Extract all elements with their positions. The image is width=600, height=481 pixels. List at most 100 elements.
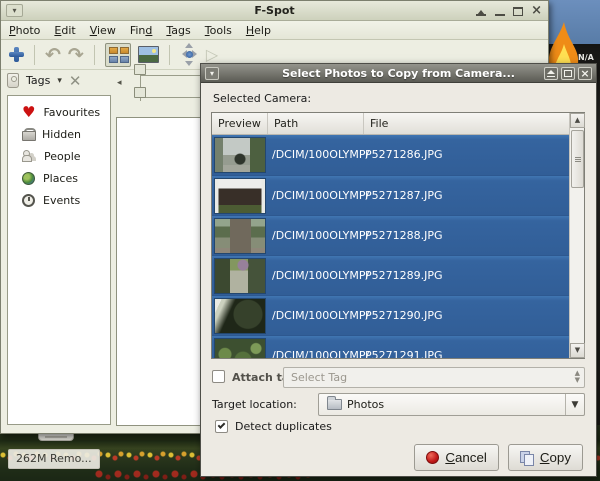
scrollbar[interactable]: ▲ ▼ bbox=[569, 113, 584, 358]
cell-path: /DCIM/100OLYMP/ bbox=[272, 349, 369, 358]
removable-volume-label[interactable]: 262M Remo... bbox=[8, 449, 100, 469]
dialog-buttons: Cancel Copy bbox=[414, 444, 583, 471]
folder-icon bbox=[327, 399, 342, 410]
slideshow-icon[interactable]: ▷ bbox=[206, 47, 218, 63]
menu-tags[interactable]: Tags bbox=[166, 24, 190, 36]
fspot-titlebar[interactable]: ▾ F-Spot × bbox=[1, 1, 548, 21]
window-title: F-Spot bbox=[1, 4, 548, 17]
menu-edit[interactable]: Edit bbox=[54, 24, 75, 36]
tag-item-favourites[interactable]: ♥ Favourites bbox=[8, 101, 110, 123]
rotate-left-icon[interactable]: ↶ bbox=[45, 46, 61, 64]
tag-item-events[interactable]: Events bbox=[8, 189, 110, 211]
menubar: Photo Edit View Find Tags Tools Help bbox=[1, 21, 548, 40]
chevron-down-icon[interactable]: ▾ bbox=[57, 76, 62, 86]
combo-dropdown-icon[interactable]: ▼ bbox=[565, 394, 584, 415]
copy-button-label: Copy bbox=[540, 450, 571, 465]
scrollbar-down-icon[interactable]: ▼ bbox=[570, 343, 585, 358]
tag-item-people[interactable]: People bbox=[8, 145, 110, 167]
dialog-close-button[interactable]: × bbox=[578, 67, 592, 80]
browse-view-icon[interactable] bbox=[105, 43, 131, 67]
edit-image-icon[interactable] bbox=[138, 46, 159, 63]
tag-label: Events bbox=[43, 194, 80, 207]
heart-icon: ♥ bbox=[22, 105, 35, 119]
photo-thumbnail bbox=[214, 137, 266, 173]
menu-find[interactable]: Find bbox=[130, 24, 153, 36]
column-header-path[interactable]: Path bbox=[268, 113, 364, 134]
sidebar-header: Tags ▾ ✕ bbox=[7, 73, 81, 88]
column-header-preview[interactable]: Preview bbox=[212, 113, 268, 134]
import-icon[interactable] bbox=[9, 47, 24, 62]
photo-thumbnail bbox=[214, 178, 266, 214]
dialog-shade-button[interactable] bbox=[544, 67, 558, 80]
cell-file: P5271289.JPG bbox=[365, 269, 443, 282]
copy-button[interactable]: Copy bbox=[508, 444, 583, 471]
menu-view[interactable]: View bbox=[90, 24, 116, 36]
table-header: Preview Path File bbox=[212, 113, 584, 135]
tag-label: Places bbox=[43, 172, 78, 185]
menu-tools[interactable]: Tools bbox=[205, 24, 232, 36]
timeline-left-arrow-icon[interactable]: ◂ bbox=[117, 78, 122, 88]
cell-file: P5271286.JPG bbox=[365, 148, 443, 161]
detect-duplicates-label: Detect duplicates bbox=[235, 420, 332, 433]
sidebar-combo-label[interactable]: Tags bbox=[26, 74, 50, 87]
attach-tag-checkbox[interactable] bbox=[212, 370, 225, 383]
table-row[interactable]: /DCIM/100OLYMP/ P5271286.JPG bbox=[212, 135, 569, 175]
lock-icon bbox=[22, 128, 34, 141]
selected-camera-label: Selected Camera: bbox=[213, 92, 311, 105]
menu-help[interactable]: Help bbox=[246, 24, 271, 36]
table-row[interactable]: /DCIM/100OLYMP/ P5271291.JPG bbox=[212, 335, 569, 358]
cancel-button[interactable]: Cancel bbox=[414, 444, 499, 471]
photo-thumbnail bbox=[214, 298, 266, 334]
toolbar-separator bbox=[94, 45, 95, 65]
dialog-window-controls: × bbox=[544, 67, 592, 80]
scrollbar-thumb[interactable] bbox=[571, 130, 584, 188]
table-row[interactable]: /DCIM/100OLYMP/ P5271289.JPG bbox=[212, 255, 569, 295]
people-icon bbox=[22, 150, 36, 162]
combo-spinner-icon[interactable]: ▲▼ bbox=[575, 370, 580, 384]
target-location-value: Photos bbox=[347, 398, 384, 411]
tags-list: ♥ Favourites Hidden People Places bbox=[7, 95, 111, 425]
table-row[interactable]: /DCIM/100OLYMP/ P5271287.JPG bbox=[212, 175, 569, 215]
rotate-right-icon[interactable]: ↷ bbox=[68, 46, 84, 64]
cell-file: P5271287.JPG bbox=[365, 189, 443, 202]
tag-icon bbox=[7, 73, 19, 88]
timeline-slider-handle[interactable] bbox=[134, 87, 146, 98]
detect-duplicates-checkbox[interactable] bbox=[215, 420, 228, 433]
cell-path: /DCIM/100OLYMP/ bbox=[272, 148, 369, 161]
tag-label: Favourites bbox=[43, 106, 100, 119]
sidebar-close-icon[interactable]: ✕ bbox=[69, 75, 82, 87]
tag-label: People bbox=[44, 150, 81, 163]
table-row[interactable]: /DCIM/100OLYMP/ P5271290.JPG bbox=[212, 295, 569, 335]
timeline-slider-handle[interactable] bbox=[134, 64, 146, 75]
photo-table: Preview Path File /DCIM/100OLYMP/ P52712… bbox=[211, 112, 585, 359]
scrollbar-up-icon[interactable]: ▲ bbox=[570, 113, 585, 128]
column-header-file[interactable]: File bbox=[364, 113, 584, 134]
target-location-label: Target location: bbox=[212, 398, 297, 411]
toolbar-separator bbox=[169, 45, 170, 65]
dialog-maximize-button[interactable] bbox=[561, 67, 575, 80]
photo-thumbnail bbox=[214, 218, 266, 254]
fullscreen-icon[interactable] bbox=[180, 45, 199, 64]
target-location-row: Target location: Photos ▼ bbox=[212, 393, 587, 416]
globe-icon bbox=[22, 172, 35, 185]
minimize-button-icon[interactable] bbox=[495, 6, 505, 16]
cell-file: P5271291.JPG bbox=[365, 349, 443, 358]
table-row[interactable]: /DCIM/100OLYMP/ P5271288.JPG bbox=[212, 215, 569, 255]
cancel-icon bbox=[426, 451, 439, 464]
attach-tag-row: Attach tag: Select Tag ▲▼ bbox=[212, 367, 587, 388]
tag-label: Hidden bbox=[42, 128, 81, 141]
tag-item-hidden[interactable]: Hidden bbox=[8, 123, 110, 145]
select-tag-combo[interactable]: Select Tag ▲▼ bbox=[283, 367, 585, 388]
toolbar-separator bbox=[34, 45, 35, 65]
cancel-button-label: Cancel bbox=[445, 450, 487, 465]
maximize-button-icon[interactable] bbox=[513, 7, 523, 16]
target-location-combo[interactable]: Photos ▼ bbox=[318, 393, 585, 416]
cell-path: /DCIM/100OLYMP/ bbox=[272, 309, 369, 322]
shade-button-icon[interactable] bbox=[476, 6, 487, 16]
menu-photo[interactable]: Photo bbox=[9, 24, 40, 36]
tag-item-places[interactable]: Places bbox=[8, 167, 110, 189]
dialog-title: Select Photos to Copy from Camera... bbox=[201, 67, 596, 80]
photo-thumbnail bbox=[214, 338, 266, 358]
close-button-icon[interactable]: × bbox=[531, 6, 542, 16]
dialog-titlebar[interactable]: ▾ Select Photos to Copy from Camera... × bbox=[201, 64, 596, 83]
